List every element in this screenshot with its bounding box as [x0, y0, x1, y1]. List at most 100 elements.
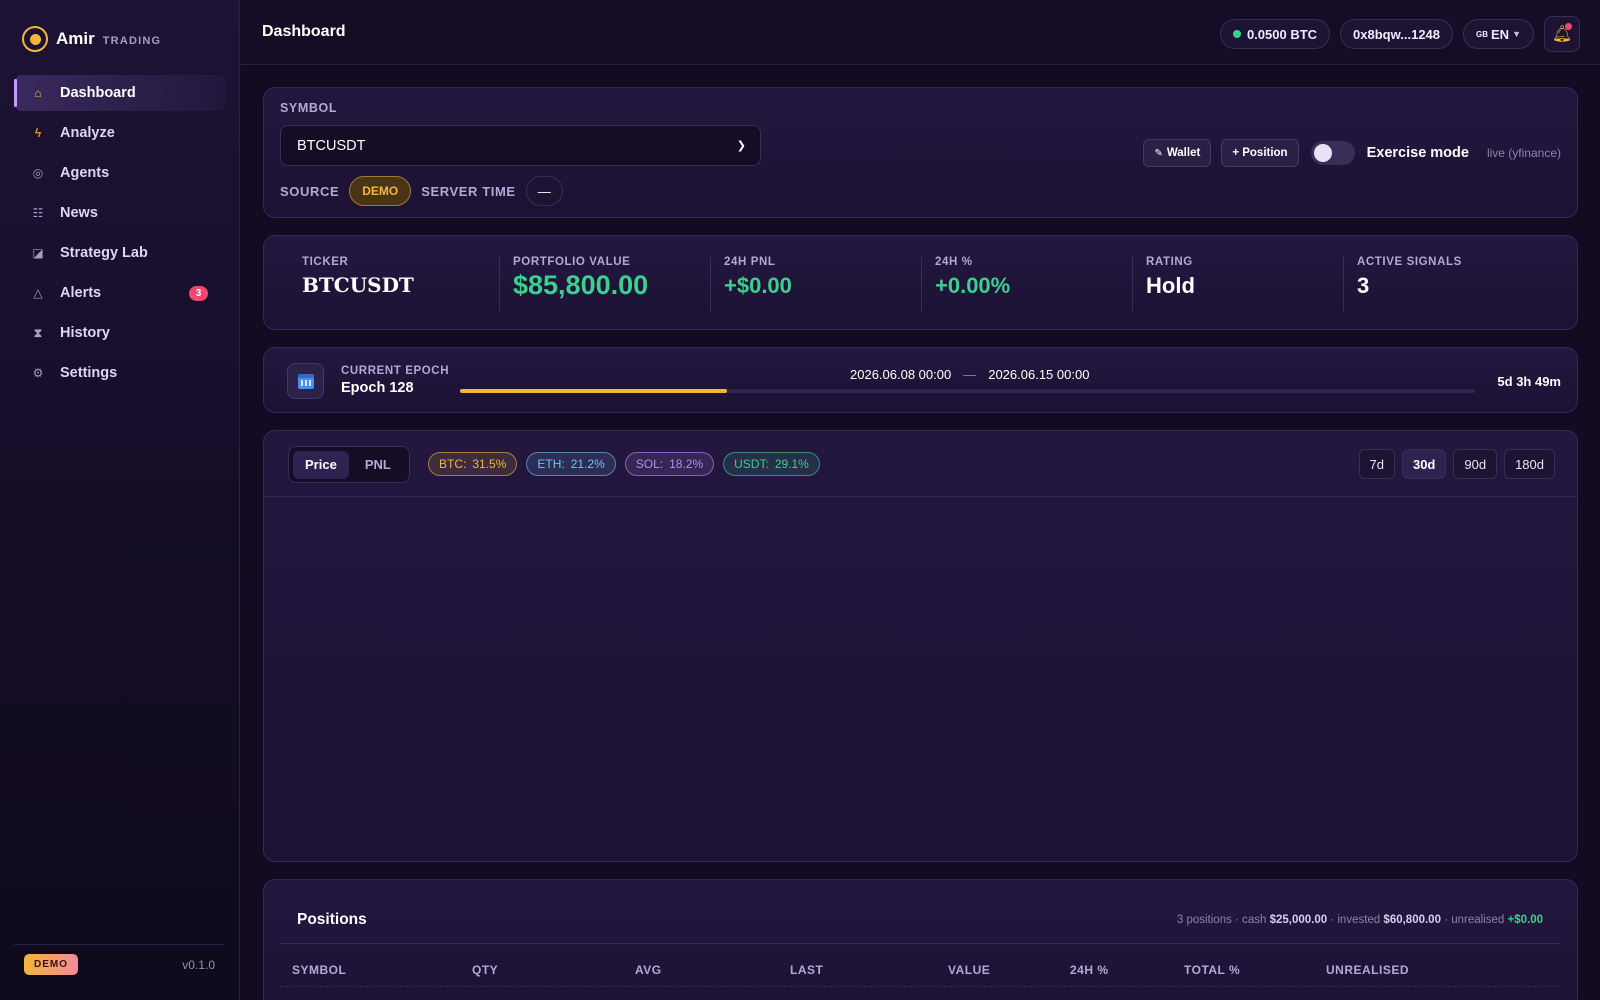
range-30d-button[interactable]: 30d — [1401, 449, 1447, 479]
agent-icon: ◎ — [32, 166, 44, 180]
chart-mode-tabs: Price PNL — [288, 446, 410, 483]
stat-active-signals: ACTIVE SIGNALS 3 — [1357, 236, 1462, 331]
add-position-button[interactable]: + Position — [1221, 139, 1299, 167]
allocation-percent: 31.5% — [472, 457, 507, 471]
cash-label: cash — [1242, 914, 1267, 926]
column-total-percent[interactable]: TOTAL % — [1184, 963, 1240, 977]
stat-label: ACTIVE SIGNALS — [1357, 256, 1462, 268]
exercise-mode-toggle[interactable] — [1310, 141, 1355, 165]
range-180d-button[interactable]: 180d — [1504, 449, 1555, 479]
source-badge: DEMO — [349, 176, 412, 206]
unrealised-label: unrealised — [1451, 914, 1505, 926]
sidebar-item-analyze[interactable]: ϟ Analyze — [14, 115, 226, 151]
sidebar-item-news[interactable]: ☷ News — [14, 195, 226, 231]
brand-subtitle: TRADING — [102, 34, 162, 47]
wallet-address-chip[interactable]: 0x8bqw...1248 — [1340, 19, 1454, 49]
history-icon: ⧗ — [33, 325, 43, 340]
allocation-asset: SOL: — [635, 457, 664, 471]
symbol-select-value: BTCUSDT — [297, 137, 366, 154]
stat-rating: RATING Hold — [1146, 236, 1195, 331]
alerts-count-badge: 3 — [189, 286, 208, 301]
balance-chip[interactable]: 0.0500 BTC — [1219, 19, 1331, 49]
column-unrealised[interactable]: UNREALISED — [1326, 963, 1409, 977]
column-qty[interactable]: QTY — [472, 963, 498, 977]
sidebar-item-label: Settings — [60, 365, 118, 381]
server-time-value: — — [525, 176, 563, 206]
wallet-button-label: Wallet — [1166, 147, 1201, 159]
column-avg[interactable]: AVG — [635, 963, 662, 977]
positions-title: Positions — [297, 911, 367, 928]
cash-value: $25,000.00 — [1269, 914, 1328, 926]
epoch-label: CURRENT EPOCH — [341, 365, 450, 377]
page-title: Dashboard — [262, 23, 346, 40]
top-bar: Dashboard 0.0500 BTC 0x8bqw...1248 GB EN… — [241, 0, 1600, 65]
column-last[interactable]: LAST — [790, 963, 823, 977]
allocation-percent: 18.2% — [669, 457, 704, 471]
exercise-mode-label: Exercise mode — [1366, 145, 1469, 161]
sidebar-item-label: News — [60, 205, 98, 221]
symbol-select[interactable]: BTCUSDT ❯ — [280, 125, 761, 166]
sidebar-item-label: Alerts — [60, 285, 102, 301]
sidebar-item-label: Analyze — [60, 125, 115, 141]
allocation-asset: BTC: — [439, 457, 467, 471]
allocation-percent: 21.2% — [570, 457, 605, 471]
wallet-button[interactable]: ✎ Wallet — [1143, 139, 1212, 167]
stat-value: +$0.00 — [724, 273, 792, 298]
epoch-range-separator: — — [963, 367, 977, 382]
column-symbol[interactable]: SYMBOL — [292, 963, 346, 977]
stat-24h-pnl: 24H PNL +$0.00 — [724, 236, 792, 331]
sidebar-item-strategy-lab[interactable]: ◪ Strategy Lab — [14, 235, 226, 271]
epoch-start: 2026.06.08 00:00 — [850, 367, 952, 382]
positions-count: 3 positions — [1176, 914, 1232, 926]
allocation-pills: BTC: 31.5% ETH: 21.2% SOL: 18.2% USDT: 2… — [428, 452, 820, 476]
allocation-usdt: USDT: 29.1% — [723, 452, 820, 476]
stat-value: +0.00% — [935, 273, 1011, 298]
column-24h-percent[interactable]: 24H % — [1070, 963, 1109, 977]
stat-divider — [1132, 256, 1133, 311]
notifications-button[interactable]: 🔔︎ — [1544, 16, 1580, 52]
range-90d-button[interactable]: 90d — [1453, 449, 1498, 479]
home-icon: ⌂ — [34, 86, 42, 100]
lab-icon: ◪ — [32, 246, 44, 260]
wallet-address: 0x8bqw...1248 — [1353, 26, 1441, 42]
sidebar-item-label: Agents — [60, 165, 110, 181]
sidebar-item-history[interactable]: ⧗ History — [14, 315, 226, 351]
stat-divider — [921, 256, 922, 311]
tab-pnl[interactable]: PNL — [353, 451, 403, 479]
stat-portfolio-value: PORTFOLIO VALUE $85,800.00 — [513, 236, 648, 331]
app-version: v0.1.0 — [182, 957, 215, 972]
status-dot-icon — [1232, 30, 1241, 38]
sidebar-item-agents[interactable]: ◎ Agents — [14, 155, 226, 191]
range-selector: 7d 30d 90d 180d — [1358, 449, 1555, 479]
brand[interactable]: Amir TRADING — [22, 26, 161, 52]
stat-label: RATING — [1146, 256, 1193, 268]
unrealised-value: +$0.00 — [1507, 914, 1544, 926]
positions-table-header: SYMBOL QTY AVG LAST VALUE 24H % TOTAL % … — [280, 953, 1561, 987]
allocation-asset: ETH: — [537, 457, 565, 471]
symbol-label: SYMBOL — [280, 101, 338, 115]
invested-value: $60,800.00 — [1383, 914, 1441, 926]
allocation-eth: ETH: 21.2% — [526, 452, 616, 476]
allocation-btc: BTC: 31.5% — [428, 452, 518, 476]
language-value: EN — [1491, 26, 1510, 42]
balance-value: 0.0500 BTC — [1246, 26, 1318, 42]
epoch-end: 2026.06.15 00:00 — [988, 367, 1090, 382]
sidebar-item-label: Dashboard — [60, 85, 136, 101]
stat-ticker: TICKER BTCUSDT — [302, 236, 414, 331]
sidebar-item-alerts[interactable]: △ Alerts 3 — [14, 275, 226, 311]
source-row: SOURCE DEMO SERVER TIME — — [280, 176, 563, 206]
tab-price[interactable]: Price — [293, 450, 349, 479]
column-value[interactable]: VALUE — [948, 963, 990, 977]
range-7d-button[interactable]: 7d — [1358, 449, 1395, 479]
stat-divider — [1343, 256, 1344, 311]
notification-dot — [1565, 23, 1572, 30]
epoch-range: 2026.06.08 00:00 — 2026.06.15 00:00 — [850, 367, 1089, 382]
data-source-label: live (yfinance) — [1486, 146, 1561, 160]
sidebar-item-settings[interactable]: ⚙ Settings — [14, 355, 226, 391]
stat-value: $85,800.00 — [513, 270, 649, 300]
sidebar-item-dashboard[interactable]: ⌂ Dashboard — [14, 75, 226, 111]
language-selector[interactable]: GB EN ▼ — [1463, 19, 1534, 49]
bolt-icon: ϟ — [34, 126, 42, 140]
top-bar-actions: 0.0500 BTC 0x8bqw...1248 GB EN ▼ 🔔︎ — [1219, 16, 1580, 52]
chart-canvas[interactable] — [264, 498, 1577, 861]
